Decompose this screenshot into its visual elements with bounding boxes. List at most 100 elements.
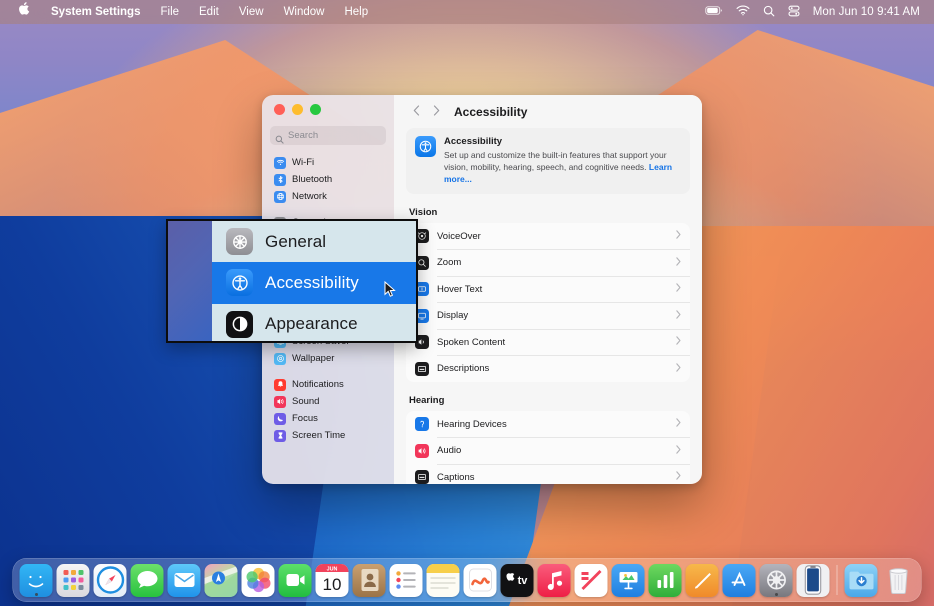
row-label: Hearing Devices (437, 419, 507, 430)
dock-item-calendar[interactable]: JUN 10 (316, 564, 349, 597)
dock-item-notes[interactable] (427, 564, 460, 597)
keynote-icon (612, 564, 645, 597)
dock-separator (837, 565, 838, 595)
search-placeholder: Search (288, 130, 318, 141)
sidebar-item-sound[interactable]: Sound (270, 393, 386, 410)
menu-item-window[interactable]: Window (274, 0, 335, 24)
sidebar-item-bluetooth[interactable]: Bluetooth (270, 171, 386, 188)
row-hover-text[interactable]: Hover Text (406, 276, 690, 303)
dock-item-contacts[interactable] (353, 564, 386, 597)
row-label: Zoom (437, 257, 461, 268)
dock-item-music[interactable] (538, 564, 571, 597)
sidebar-item-focus[interactable]: Focus (270, 410, 386, 427)
notifications-icon (274, 379, 286, 391)
dock-item-messages[interactable] (131, 564, 164, 597)
dock-item-photos[interactable] (242, 564, 275, 597)
mouse-pointer-icon (384, 281, 397, 298)
wifi-icon[interactable] (736, 5, 750, 19)
forward-button[interactable] (426, 102, 446, 122)
dock-item-downloads[interactable] (845, 564, 878, 597)
dock-item-trash[interactable] (882, 564, 915, 597)
dock-item-news[interactable] (575, 564, 608, 597)
window-traffic-lights (270, 95, 386, 115)
appearance-icon (226, 311, 253, 338)
control-center-icon[interactable] (788, 5, 800, 20)
dock-item-keynote[interactable] (612, 564, 645, 597)
captions-icon (415, 470, 429, 484)
minimize-button[interactable] (292, 104, 303, 115)
banner-title: Accessibility (444, 136, 681, 149)
dock-item-system-settings[interactable] (760, 564, 793, 597)
row-descriptions[interactable]: Descriptions (406, 355, 690, 382)
menu-item-edit[interactable]: Edit (189, 0, 229, 24)
dock-item-maps[interactable] (205, 564, 238, 597)
page-title: Accessibility (454, 105, 527, 119)
dock-item-freeform[interactable] (464, 564, 497, 597)
menu-item-view[interactable]: View (229, 0, 274, 24)
dock-item-finder[interactable] (20, 564, 53, 597)
row-label: Spoken Content (437, 337, 505, 348)
sidebar-item-wi-fi[interactable]: Wi-Fi (270, 154, 386, 171)
vision-group: VoiceOver Zoom (406, 223, 690, 382)
menu-bar-status-area: Mon Jun 10 9:41 AM (705, 5, 925, 20)
content-toolbar: Accessibility (394, 95, 702, 128)
dock-item-numbers[interactable] (649, 564, 682, 597)
menu-bar-clock[interactable]: Mon Jun 10 9:41 AM (813, 6, 920, 18)
dock-item-facetime[interactable] (279, 564, 312, 597)
content-scroll-area[interactable]: Accessibility Set up and customize the b… (394, 128, 702, 484)
sidebar-item-wallpaper[interactable]: Wallpaper (270, 350, 386, 367)
sidebar-divider (270, 205, 386, 214)
sidebar-item-label: Wallpaper (292, 353, 334, 364)
dock-item-appletv[interactable]: tv (501, 564, 534, 597)
photos-icon (242, 564, 275, 597)
dock-item-mail[interactable] (168, 564, 201, 597)
dock-item-pages[interactable] (686, 564, 719, 597)
dock-item-safari[interactable] (94, 564, 127, 597)
row-audio[interactable]: Audio (406, 437, 690, 464)
hearing-devices-icon (415, 417, 429, 431)
svg-text:tv: tv (517, 575, 528, 587)
facetime-icon (279, 564, 312, 597)
section-heading-hearing: Hearing (409, 395, 690, 406)
row-captions[interactable]: Captions (406, 464, 690, 484)
sidebar-item-network[interactable]: Network (270, 188, 386, 205)
dock-item-appstore[interactable] (723, 564, 756, 597)
chevron-right-icon (676, 257, 681, 269)
row-spoken-content[interactable]: Spoken Content (406, 329, 690, 356)
accessibility-icon (415, 136, 436, 157)
dock-item-launchpad[interactable] (57, 564, 90, 597)
row-label: Audio (437, 445, 461, 456)
menu-item-system-settings[interactable]: System Settings (41, 0, 150, 24)
sidebar-item-screen-time[interactable]: Screen Time (270, 427, 386, 444)
battery-icon[interactable] (705, 5, 723, 19)
launchpad-icon (57, 564, 90, 597)
close-button[interactable] (274, 104, 285, 115)
chevron-right-icon (676, 471, 681, 483)
menu-item-help[interactable]: Help (334, 0, 378, 24)
apple-logo-icon[interactable] (9, 0, 41, 24)
back-button[interactable] (406, 102, 426, 122)
trash-icon (882, 564, 915, 597)
menu-item-file[interactable]: File (150, 0, 189, 24)
dock-item-reminders[interactable] (390, 564, 423, 597)
magnified-item-general[interactable]: General (212, 221, 416, 262)
numbers-icon (649, 564, 682, 597)
zoom-button[interactable] (310, 104, 321, 115)
chevron-right-icon (676, 230, 681, 242)
downloads-folder-icon (845, 564, 878, 597)
sidebar-item-notifications[interactable]: Notifications (270, 376, 386, 393)
search-icon[interactable] (763, 5, 775, 20)
search-input[interactable]: Search (270, 126, 386, 145)
sidebar-item-label: Sound (292, 396, 319, 407)
dock: JUN 10 tv (13, 558, 922, 602)
safari-icon (94, 564, 127, 597)
chevron-left-icon (413, 103, 420, 121)
row-hearing-devices[interactable]: Hearing Devices (406, 411, 690, 438)
dock-item-iphone-mirroring[interactable] (797, 564, 830, 597)
magnified-item-label: General (265, 232, 326, 252)
row-display[interactable]: Display (406, 302, 690, 329)
wifi-icon (274, 157, 286, 169)
row-zoom[interactable]: Zoom (406, 249, 690, 276)
magnified-item-appearance[interactable]: Appearance (212, 304, 416, 343)
row-voiceover[interactable]: VoiceOver (406, 223, 690, 250)
